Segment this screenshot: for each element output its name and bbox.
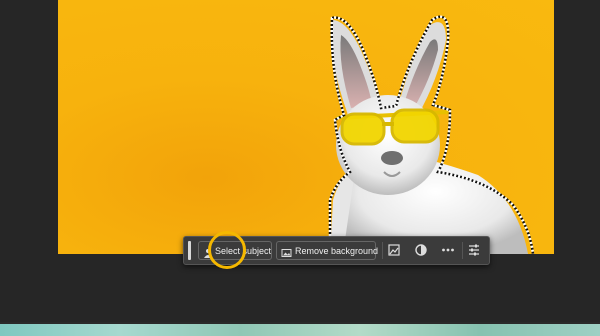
more-options-button[interactable] (440, 242, 456, 258)
mask-button[interactable] (413, 242, 429, 258)
image-remove-bg-icon (281, 246, 292, 257)
workspace: Select subject Remove background (0, 0, 600, 322)
remove-background-button[interactable]: Remove background (276, 241, 379, 260)
image-transform-button[interactable] (386, 242, 402, 258)
document-canvas[interactable] (58, 0, 554, 254)
taskbar-drag-handle[interactable] (188, 241, 191, 260)
taskbar-divider (382, 242, 383, 259)
tutorial-highlight-ring (208, 231, 246, 269)
next-document-preview-strip (0, 322, 600, 336)
more-options-icon (442, 248, 454, 252)
strip-divider (0, 322, 600, 324)
image-transform-icon (388, 244, 400, 256)
rabbit-photo (328, 15, 535, 254)
sliders-icon (469, 244, 479, 256)
remove-background-label: Remove background (295, 246, 379, 256)
taskbar-divider (462, 242, 463, 259)
mask-circle-icon (415, 244, 427, 256)
taskbar-settings-button[interactable] (466, 242, 482, 258)
